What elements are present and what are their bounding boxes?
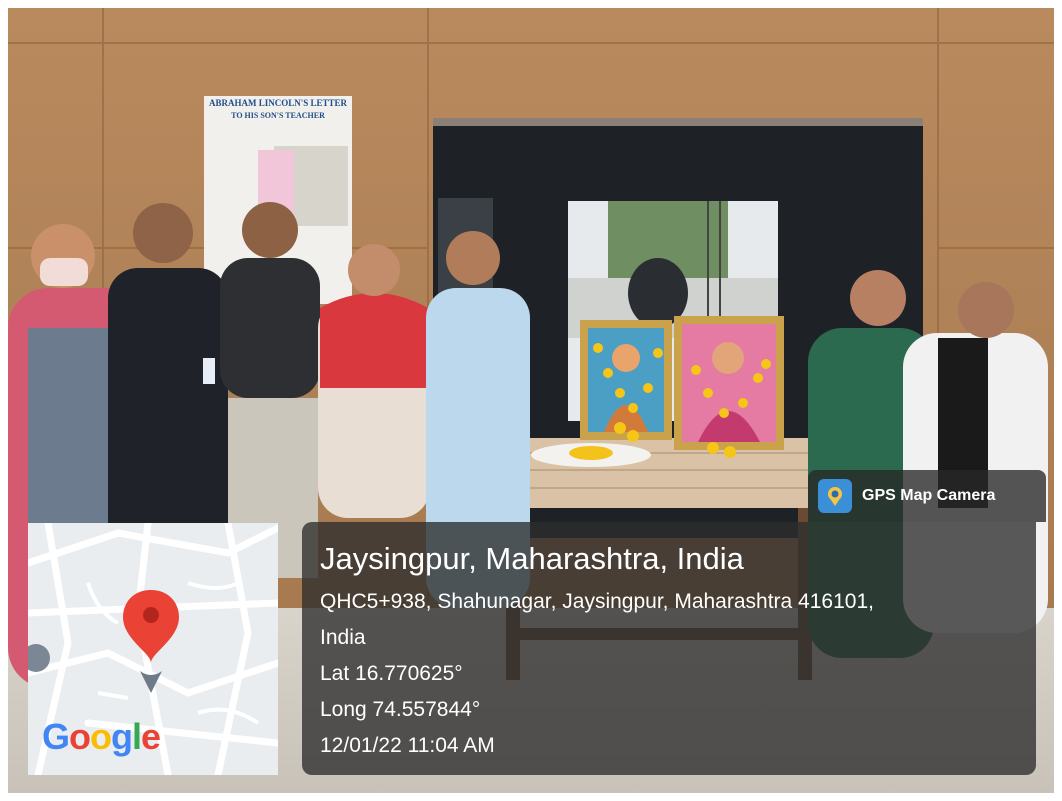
latitude: Lat 16.770625° [320, 662, 463, 685]
badge-label: GPS Map Camera [862, 487, 996, 504]
address-line-2: India [320, 626, 366, 649]
address-line-1: QHC5+938, Shahunagar, Jaysingpur, Mahara… [320, 590, 874, 613]
google-logo: Google [42, 716, 161, 757]
map-thumbnail: Google [28, 523, 278, 775]
location-title: Jaysingpur, Maharashtra, India [320, 541, 744, 576]
location-info-panel: Jaysingpur, Maharashtra, India QHC5+938,… [302, 522, 1036, 775]
longitude: Long 74.557844° [320, 698, 481, 721]
poster-title-1: ABRAHAM LINCOLN'S LETTER [209, 98, 348, 108]
datetime: 12/01/22 11:04 AM [320, 734, 495, 757]
gps-camera-badge: GPS Map Camera [808, 470, 1046, 522]
poster-title-2: TO HIS SON'S TEACHER [231, 111, 325, 120]
camera-pin-icon [818, 479, 852, 513]
